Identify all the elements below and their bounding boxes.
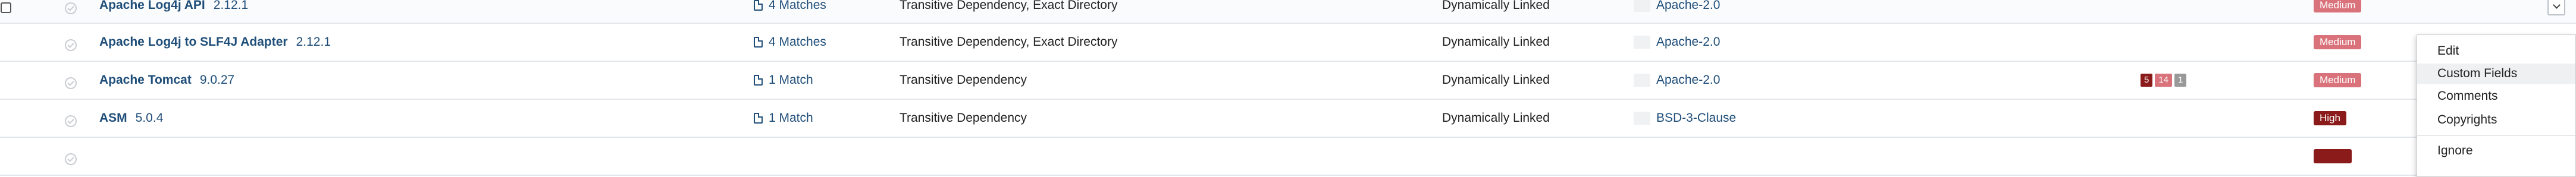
component-name[interactable]: Apache Log4j API 2.12.1 bbox=[99, 0, 248, 24]
table-row bbox=[0, 138, 2576, 176]
table-row: Apache Log4j to SLF4J Adapter 2.12.1 4 M… bbox=[0, 24, 2576, 62]
linking-type: Dynamically Linked bbox=[1442, 35, 1550, 49]
matches-label[interactable]: 4 Matches bbox=[769, 0, 826, 12]
linking-type: Dynamically Linked bbox=[1442, 0, 1550, 12]
component-name[interactable]: Apache Log4j to SLF4J Adapter 2.12.1 bbox=[99, 24, 331, 61]
matches-label[interactable]: 1 Match bbox=[769, 73, 813, 87]
check-circle-icon bbox=[65, 115, 77, 127]
check-circle-icon bbox=[65, 77, 77, 89]
severity-badge: Medium bbox=[2314, 35, 2362, 49]
file-icon bbox=[754, 37, 763, 48]
menu-item-custom-fields[interactable]: Custom Fields bbox=[2417, 64, 2575, 84]
component-name[interactable]: Apache Tomcat 9.0.27 bbox=[99, 62, 234, 99]
component-name-text[interactable]: Apache Log4j API bbox=[99, 0, 205, 12]
dependency-type: Transitive Dependency bbox=[900, 73, 1027, 87]
matches-link[interactable]: 4 Matches bbox=[754, 24, 826, 61]
license-link[interactable]: Apache-2.0 bbox=[1634, 0, 1720, 24]
license-link[interactable]: Apache-2.0 bbox=[1634, 62, 1720, 99]
license-icon bbox=[1634, 36, 1650, 49]
file-icon bbox=[754, 113, 763, 124]
table-row: Apache Log4j API 2.12.1 4 Matches Transi… bbox=[0, 0, 2576, 24]
license-icon bbox=[1634, 112, 1650, 125]
license-label[interactable]: Apache-2.0 bbox=[1656, 0, 1720, 12]
dependency-type: Transitive Dependency, Exact Directory bbox=[900, 35, 1118, 49]
license-label[interactable]: Apache-2.0 bbox=[1656, 73, 1720, 87]
component-version: 2.12.1 bbox=[213, 0, 249, 12]
severity-badge: Medium bbox=[2314, 73, 2362, 87]
license-link[interactable]: Apache-2.0 bbox=[1634, 24, 1720, 61]
license-icon bbox=[1634, 0, 1650, 12]
check-circle-icon bbox=[65, 153, 77, 165]
check-circle-icon bbox=[65, 2, 77, 14]
component-name-text[interactable]: Apache Log4j to SLF4J Adapter bbox=[99, 35, 288, 49]
dependency-type: Transitive Dependency bbox=[900, 111, 1027, 125]
component-name-text[interactable]: ASM bbox=[99, 111, 127, 125]
license-link[interactable]: BSD-3-Clause bbox=[1634, 100, 1736, 137]
license-label[interactable]: Apache-2.0 bbox=[1656, 35, 1720, 49]
matches-link[interactable]: 4 Matches bbox=[754, 0, 826, 24]
license-label[interactable]: BSD-3-Clause bbox=[1656, 111, 1736, 125]
row-actions-menu: Edit Custom Fields Comments Copyrights I… bbox=[2417, 34, 2576, 177]
file-icon bbox=[754, 0, 763, 11]
dependency-type: Transitive Dependency, Exact Directory bbox=[900, 0, 1118, 12]
table-row: Apache Tomcat 9.0.27 1 Match Transitive … bbox=[0, 62, 2576, 100]
component-name[interactable]: ASM 5.0.4 bbox=[99, 100, 163, 137]
menu-item-ignore[interactable]: Ignore bbox=[2417, 141, 2575, 161]
linking-type: Dynamically Linked bbox=[1442, 111, 1550, 125]
component-name-text[interactable]: Apache Tomcat bbox=[99, 73, 192, 87]
menu-divider bbox=[2417, 135, 2575, 136]
file-icon bbox=[754, 75, 763, 86]
row-select-checkbox[interactable] bbox=[1, 2, 11, 13]
matches-link[interactable]: 1 Match bbox=[754, 100, 813, 137]
linking-type: Dynamically Linked bbox=[1442, 73, 1550, 87]
matches-label[interactable]: 4 Matches bbox=[769, 35, 826, 49]
matches-label[interactable]: 1 Match bbox=[769, 111, 813, 125]
high-count-badge: 5 bbox=[2141, 74, 2153, 87]
severity-badge: High bbox=[2314, 111, 2346, 125]
table-row: ASM 5.0.4 1 Match Transitive Dependency … bbox=[0, 100, 2576, 138]
matches-link[interactable]: 1 Match bbox=[754, 62, 813, 99]
check-circle-icon bbox=[65, 39, 77, 51]
severity-badge: Medium bbox=[2314, 0, 2362, 12]
license-icon bbox=[1634, 74, 1650, 87]
menu-item-copyrights[interactable]: Copyrights bbox=[2417, 110, 2575, 130]
severity-badge bbox=[2314, 149, 2352, 163]
component-version: 2.12.1 bbox=[296, 35, 331, 49]
menu-item-comments[interactable]: Comments bbox=[2417, 86, 2575, 106]
chevron-down-icon[interactable] bbox=[2547, 0, 2565, 15]
menu-item-edit[interactable]: Edit bbox=[2417, 41, 2575, 61]
component-version: 5.0.4 bbox=[135, 111, 164, 125]
component-version: 9.0.27 bbox=[199, 73, 235, 87]
low-count-badge: 1 bbox=[2174, 74, 2187, 87]
medium-count-badge: 14 bbox=[2155, 74, 2173, 87]
vulnerability-counts: 5 14 1 bbox=[2141, 62, 2187, 99]
